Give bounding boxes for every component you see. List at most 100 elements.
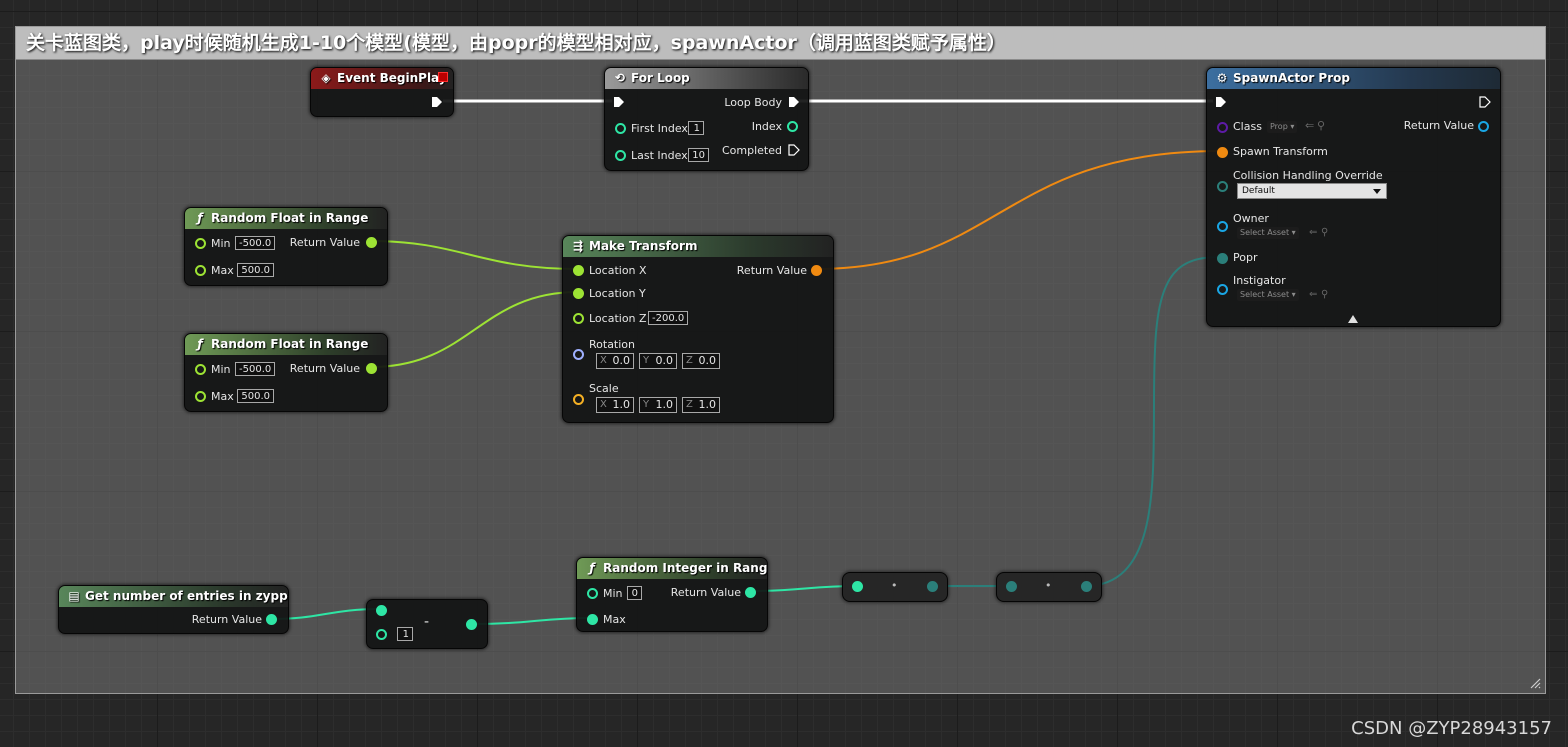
rotation-x-field[interactable]: X 0.0 bbox=[596, 353, 634, 369]
loop-body-exec-pin[interactable] bbox=[788, 96, 800, 108]
event-delegate-pin[interactable] bbox=[438, 72, 448, 82]
float-wire-random1-to-locx[interactable] bbox=[370, 240, 579, 270]
function-icon: ƒ bbox=[197, 211, 203, 225]
owner-asset-picker[interactable]: Select Asset ▾ bbox=[1237, 227, 1299, 239]
int-wire-subtract-to-max[interactable] bbox=[471, 617, 592, 625]
class-dropdown[interactable]: Prop ▾ bbox=[1267, 121, 1298, 133]
collision-label: Collision Handling Override bbox=[1233, 169, 1383, 182]
search-icon[interactable]: ⚲ bbox=[1321, 226, 1328, 239]
min-label: Min bbox=[603, 587, 623, 600]
class-pin[interactable] bbox=[1217, 122, 1228, 133]
last-index-value[interactable]: 10 bbox=[688, 148, 709, 162]
scale-y-field[interactable]: Y 1.0 bbox=[639, 397, 677, 413]
class-label: Class bbox=[1233, 120, 1262, 133]
min-label: Min bbox=[211, 237, 231, 250]
max-pin[interactable] bbox=[587, 614, 598, 625]
max-value[interactable]: 500.0 bbox=[237, 389, 274, 403]
rotation-pin[interactable] bbox=[573, 349, 584, 360]
first-index-value[interactable]: 1 bbox=[688, 121, 704, 135]
scale-x-field[interactable]: X 1.0 bbox=[596, 397, 634, 413]
spawn-actor-node[interactable]: ⚙ SpawnActor Prop Class Prop ▾ ⇐ ⚲ Return… bbox=[1206, 67, 1501, 327]
min-value[interactable]: 0 bbox=[627, 586, 642, 600]
return-value-pin[interactable] bbox=[1478, 121, 1489, 132]
subtract-a-pin[interactable] bbox=[376, 605, 387, 616]
first-index-pin[interactable] bbox=[615, 123, 626, 134]
max-pin[interactable] bbox=[195, 391, 206, 402]
min-value[interactable]: -500.0 bbox=[235, 236, 275, 250]
rotation-label: Rotation bbox=[589, 338, 636, 351]
browse-arrow-icon[interactable]: ⇐ bbox=[1309, 288, 1317, 301]
exec-out-pin[interactable] bbox=[431, 96, 443, 108]
location-y-pin[interactable] bbox=[573, 288, 584, 299]
max-value[interactable]: 500.0 bbox=[237, 263, 274, 277]
conversion-in-pin[interactable] bbox=[1006, 581, 1017, 592]
collision-pin[interactable] bbox=[1217, 181, 1228, 192]
node-title: SpawnActor Prop bbox=[1233, 71, 1350, 85]
rotation-z-field[interactable]: Z 0.0 bbox=[682, 353, 720, 369]
node-title: Random Float in Range bbox=[211, 337, 369, 351]
min-pin[interactable] bbox=[195, 364, 206, 375]
max-pin[interactable] bbox=[195, 265, 206, 276]
exec-in-pin[interactable] bbox=[1215, 96, 1227, 108]
transform-wire-to-spawn[interactable] bbox=[815, 150, 1222, 270]
last-index-pin[interactable] bbox=[615, 150, 626, 161]
random-float-node-1[interactable]: ƒ Random Float in Range Min -500.0 Return… bbox=[184, 207, 388, 286]
random-integer-node[interactable]: ƒ Random Integer in Range Min 0 Return Va… bbox=[576, 557, 768, 632]
min-pin[interactable] bbox=[587, 588, 598, 599]
collision-dropdown[interactable]: Default bbox=[1237, 183, 1387, 199]
node-title: Random Float in Range bbox=[211, 211, 369, 225]
index-out-pin[interactable] bbox=[787, 121, 798, 132]
watermark: CSDN @ZYP28943157 bbox=[1351, 718, 1552, 739]
float-wire-random2-to-locy[interactable] bbox=[370, 291, 579, 368]
location-x-pin[interactable] bbox=[573, 265, 584, 276]
return-value-pin[interactable] bbox=[266, 614, 277, 625]
popr-pin[interactable] bbox=[1217, 253, 1228, 264]
min-pin[interactable] bbox=[195, 238, 206, 249]
exec-out-pin[interactable] bbox=[1479, 96, 1491, 108]
conversion-node-1[interactable]: • bbox=[842, 572, 948, 602]
rotation-y-field[interactable]: Y 0.0 bbox=[639, 353, 677, 369]
return-value-label: Return Value bbox=[191, 613, 262, 626]
subtract-node[interactable]: 1 - bbox=[366, 599, 488, 649]
subtract-out-pin[interactable] bbox=[466, 619, 477, 630]
instigator-pin[interactable] bbox=[1217, 284, 1228, 295]
function-icon: ƒ bbox=[589, 561, 595, 575]
search-icon[interactable]: ⚲ bbox=[1317, 119, 1325, 132]
spawn-transform-pin[interactable] bbox=[1217, 147, 1228, 158]
instigator-asset-picker[interactable]: Select Asset ▾ bbox=[1237, 289, 1299, 301]
conversion-out-pin[interactable] bbox=[1081, 581, 1092, 592]
event-beginplay-node[interactable]: ◈ Event BeginPlay bbox=[310, 67, 454, 117]
return-value-pin[interactable] bbox=[366, 363, 377, 374]
location-z-pin[interactable] bbox=[573, 313, 584, 324]
conversion-in-pin[interactable] bbox=[852, 581, 863, 592]
exec-in-pin[interactable] bbox=[613, 96, 625, 108]
return-value-label: Return Value bbox=[670, 586, 741, 599]
random-float-node-2[interactable]: ƒ Random Float in Range Min -500.0 Return… bbox=[184, 333, 388, 412]
search-icon[interactable]: ⚲ bbox=[1321, 288, 1328, 301]
get-entries-node[interactable]: ▤ Get number of entries in zypprop Return… bbox=[58, 585, 289, 634]
browse-arrow-icon[interactable]: ⇐ bbox=[1309, 226, 1317, 239]
completed-exec-pin[interactable] bbox=[788, 144, 800, 156]
make-transform-node[interactable]: ⇶ Make Transform Location X Return Value … bbox=[562, 235, 834, 423]
location-x-label: Location X bbox=[589, 264, 647, 277]
browse-arrow-icon[interactable]: ⇐ bbox=[1305, 119, 1314, 132]
return-value-pin[interactable] bbox=[745, 587, 756, 598]
subtract-b-pin[interactable] bbox=[376, 629, 387, 640]
max-label: Max bbox=[211, 390, 234, 403]
conversion-node-2[interactable]: • bbox=[996, 572, 1102, 602]
location-z-value[interactable]: -200.0 bbox=[648, 311, 688, 325]
return-value-pin[interactable] bbox=[366, 237, 377, 248]
conversion-out-pin[interactable] bbox=[927, 581, 938, 592]
return-value-pin[interactable] bbox=[811, 265, 822, 276]
owner-pin[interactable] bbox=[1217, 221, 1228, 232]
min-value[interactable]: -500.0 bbox=[235, 362, 275, 376]
loop-body-label: Loop Body bbox=[724, 96, 782, 109]
popr-label: Popr bbox=[1233, 251, 1258, 264]
struct-wire-reroute2-to-popr[interactable] bbox=[1084, 256, 1222, 587]
scale-pin[interactable] bbox=[573, 394, 584, 405]
subtract-b-value[interactable]: 1 bbox=[397, 627, 413, 641]
for-loop-node[interactable]: ⟲ For Loop Loop Body First Index 1 Index … bbox=[604, 67, 809, 171]
scale-z-field[interactable]: Z 1.0 bbox=[682, 397, 720, 413]
node-title: Event BeginPlay bbox=[337, 71, 447, 85]
collapse-advanced-icon[interactable] bbox=[1348, 315, 1358, 323]
